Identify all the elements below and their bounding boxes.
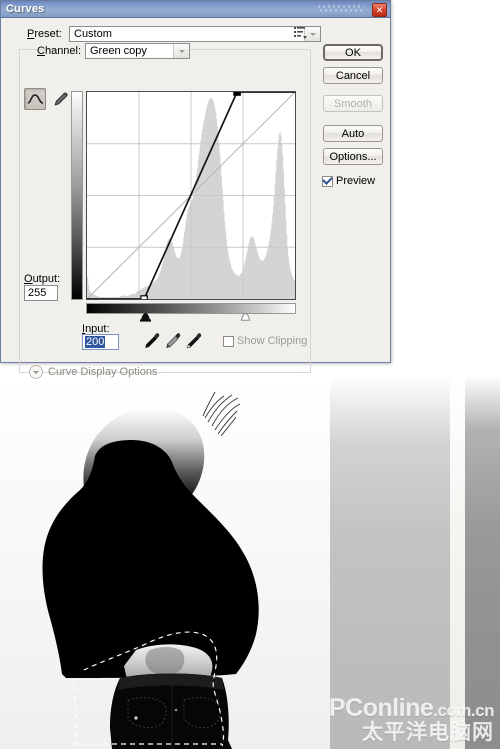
gray-point-eyedropper-icon[interactable] xyxy=(164,331,182,351)
preset-value: Custom xyxy=(74,28,112,40)
close-icon[interactable]: ✕ xyxy=(372,3,387,17)
auto-button[interactable]: Auto xyxy=(323,125,383,142)
curve-display-options-label: Curve Display Options xyxy=(48,366,158,378)
output-label: Output: xyxy=(24,273,61,285)
show-clipping-row: Show Clipping xyxy=(223,335,307,347)
input-value: 200 xyxy=(85,336,106,348)
background-panel-dark xyxy=(465,378,500,749)
preview-label: Preview xyxy=(336,175,376,187)
title-grip-decoration xyxy=(318,4,364,14)
preset-menu-icon[interactable] xyxy=(292,24,308,40)
channel-row: Channel: Green copy xyxy=(37,43,190,59)
ok-button[interactable]: OK xyxy=(323,44,383,61)
output-gradient-bar xyxy=(71,91,83,300)
black-point-slider[interactable] xyxy=(139,313,152,325)
smooth-button: Smooth xyxy=(323,95,383,112)
show-clipping-checkbox[interactable] xyxy=(223,335,234,347)
chevron-down-icon[interactable] xyxy=(173,44,189,58)
background-panel-light xyxy=(315,378,450,749)
preset-dropdown[interactable]: Custom xyxy=(69,26,321,42)
cancel-button[interactable]: Cancel xyxy=(323,67,383,84)
black-point-eyedropper-icon[interactable] xyxy=(143,331,161,351)
preset-row: Preset: Custom xyxy=(27,26,321,42)
curve-graph[interactable] xyxy=(86,91,296,300)
subject-silhouette xyxy=(0,378,330,749)
channel-label: Channel: xyxy=(37,45,82,57)
output-field[interactable]: 255 xyxy=(24,285,58,301)
divider xyxy=(166,371,299,373)
chevron-down-icon[interactable] xyxy=(29,365,43,379)
white-point-eyedropper-icon[interactable] xyxy=(185,331,203,351)
curve-display-options-row[interactable]: Curve Display Options xyxy=(29,365,299,379)
dialog-title: Curves xyxy=(6,3,45,15)
input-gradient-bar xyxy=(86,303,296,314)
channel-dropdown[interactable]: Green copy xyxy=(85,43,190,59)
dialog-body: Preset: Custom OK Cancel Smooth Auto Opt… xyxy=(1,18,390,379)
white-point-slider[interactable] xyxy=(239,313,252,325)
preview-checkbox[interactable] xyxy=(322,175,333,187)
options-button[interactable]: Options... xyxy=(323,148,383,165)
background-panel-white-strip xyxy=(450,378,465,749)
input-field[interactable]: 200 xyxy=(82,334,119,350)
show-clipping-label: Show Clipping xyxy=(237,335,308,347)
output-value: 255 xyxy=(28,287,47,299)
curves-dialog: Curves ✕ Preset: Custom OK Cancel Smooth… xyxy=(0,0,391,379)
preview-row: Preview xyxy=(322,175,375,187)
channel-value: Green copy xyxy=(90,45,147,57)
curve-tool-icon[interactable] xyxy=(24,88,46,110)
dialog-title-bar[interactable]: Curves ✕ xyxy=(1,1,390,18)
preset-label: Preset: xyxy=(27,28,62,40)
pencil-tool-icon[interactable] xyxy=(49,88,71,110)
